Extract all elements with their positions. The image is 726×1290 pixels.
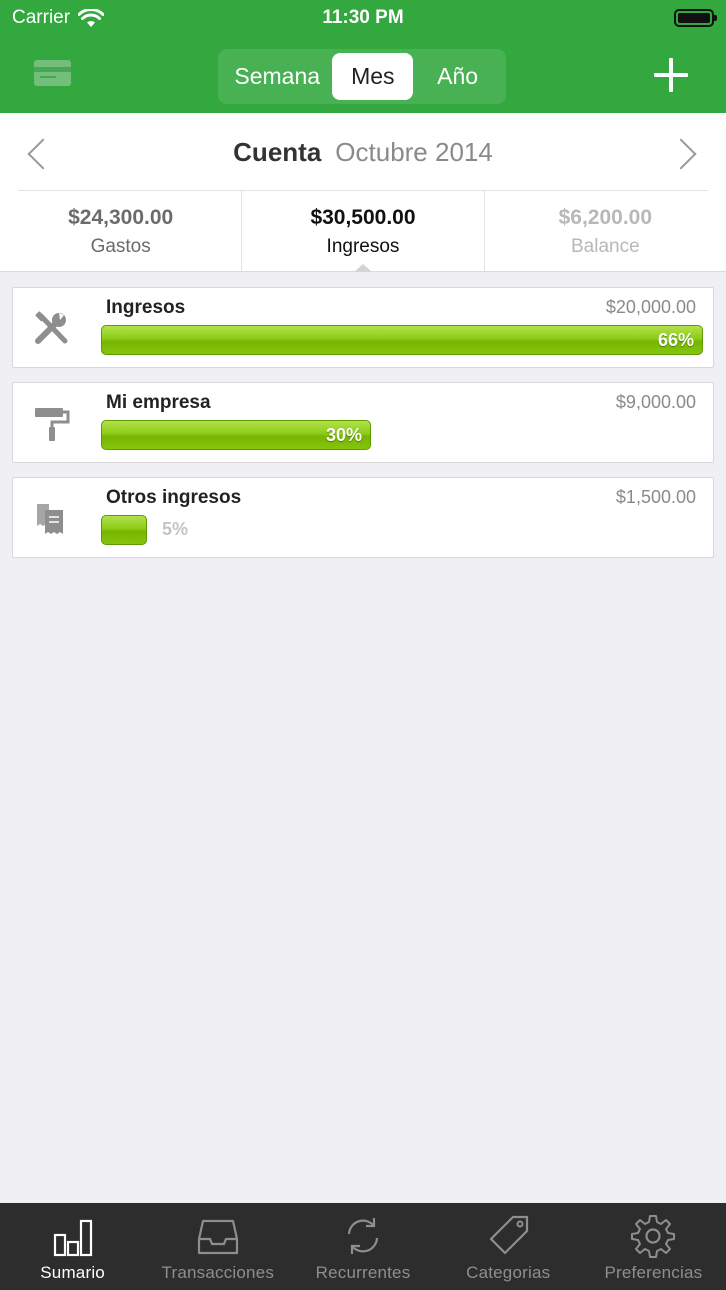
- tab-sumario[interactable]: Sumario: [0, 1203, 145, 1290]
- percent-label: 66%: [657, 330, 694, 350]
- category-row[interactable]: Otros ingresos $1,500.00 5%: [12, 477, 714, 558]
- status-bar: Carrier 11:30 PM: [0, 0, 726, 38]
- chevron-right-icon: [665, 138, 697, 170]
- progress-bar: 66%: [101, 325, 703, 355]
- tab-bar: Sumario Transacciones Recurrentes Catego…: [0, 1203, 726, 1290]
- stat-amount: $6,200.00: [558, 206, 653, 229]
- period-label: Octubre 2014: [335, 137, 493, 167]
- category-row[interactable]: Mi empresa $9,000.00 30%: [12, 382, 714, 463]
- battery-icon: [674, 9, 717, 27]
- stat-ingresos[interactable]: $30,500.00 Ingresos: [241, 191, 483, 272]
- add-icon[interactable]: [654, 58, 688, 92]
- summary-stats: $24,300.00 Gastos $30,500.00 Ingresos $6…: [0, 191, 726, 272]
- segment-week[interactable]: Semana: [222, 53, 332, 100]
- category-name: Mi empresa: [106, 392, 211, 413]
- tab-categorias[interactable]: Categorias: [436, 1203, 581, 1290]
- segment-month[interactable]: Mes: [332, 53, 414, 100]
- category-name: Otros ingresos: [106, 487, 242, 508]
- category-amount: $20,000.00: [605, 297, 696, 317]
- refresh-icon: [347, 1218, 379, 1254]
- bar-chart-icon: [53, 1219, 92, 1257]
- segment-year[interactable]: Año: [413, 53, 502, 100]
- tab-label: Sumario: [40, 1263, 105, 1282]
- percent-label: 30%: [325, 425, 362, 445]
- stat-label: Ingresos: [326, 236, 400, 257]
- category-name: Ingresos: [106, 297, 186, 318]
- tag-icon: [490, 1215, 529, 1255]
- gear-icon: [631, 1215, 676, 1258]
- progress-bar: [101, 515, 147, 545]
- progress-bar: 30%: [101, 420, 371, 450]
- paint-roller-icon: [35, 408, 70, 441]
- category-row[interactable]: Ingresos $20,000.00 66%: [12, 287, 714, 368]
- account-name: Cuenta: [233, 137, 322, 167]
- tab-label: Categorias: [466, 1263, 551, 1282]
- navigation-bar: Carrier 11:30 PM Semana Mes Año: [0, 0, 726, 113]
- stat-label: Gastos: [90, 236, 151, 257]
- stat-balance[interactable]: $6,200.00 Balance: [483, 191, 726, 271]
- period-segmented-control: Semana Mes Año: [218, 49, 506, 104]
- selected-caret-icon: [353, 264, 372, 272]
- tab-label: Recurrentes: [315, 1263, 411, 1282]
- stat-gastos[interactable]: $24,300.00 Gastos: [0, 191, 241, 271]
- receipts-icon: [37, 504, 63, 534]
- stat-amount: $24,300.00: [68, 206, 174, 229]
- stat-label: Balance: [570, 236, 640, 257]
- summary-header: Cuenta Octubre 2014 $24,300.00 Gastos $30…: [0, 113, 726, 272]
- tab-transacciones[interactable]: Transacciones: [145, 1203, 290, 1290]
- tools-icon: [35, 311, 68, 344]
- credit-card-icon[interactable]: [34, 60, 71, 86]
- stat-amount: $30,500.00: [310, 206, 416, 229]
- tab-label: Preferencias: [604, 1263, 703, 1282]
- next-period-button[interactable]: [665, 133, 708, 173]
- inbox-icon: [197, 1219, 238, 1255]
- category-amount: $1,500.00: [615, 487, 696, 507]
- period-title: Cuenta Octubre 2014: [0, 137, 726, 168]
- percent-label: 5%: [162, 519, 189, 539]
- category-amount: $9,000.00: [615, 392, 696, 412]
- clock: 11:30 PM: [322, 7, 404, 28]
- tab-preferencias[interactable]: Preferencias: [581, 1203, 726, 1290]
- tab-label: Transacciones: [161, 1263, 275, 1282]
- tab-recurrentes[interactable]: Recurrentes: [290, 1203, 435, 1290]
